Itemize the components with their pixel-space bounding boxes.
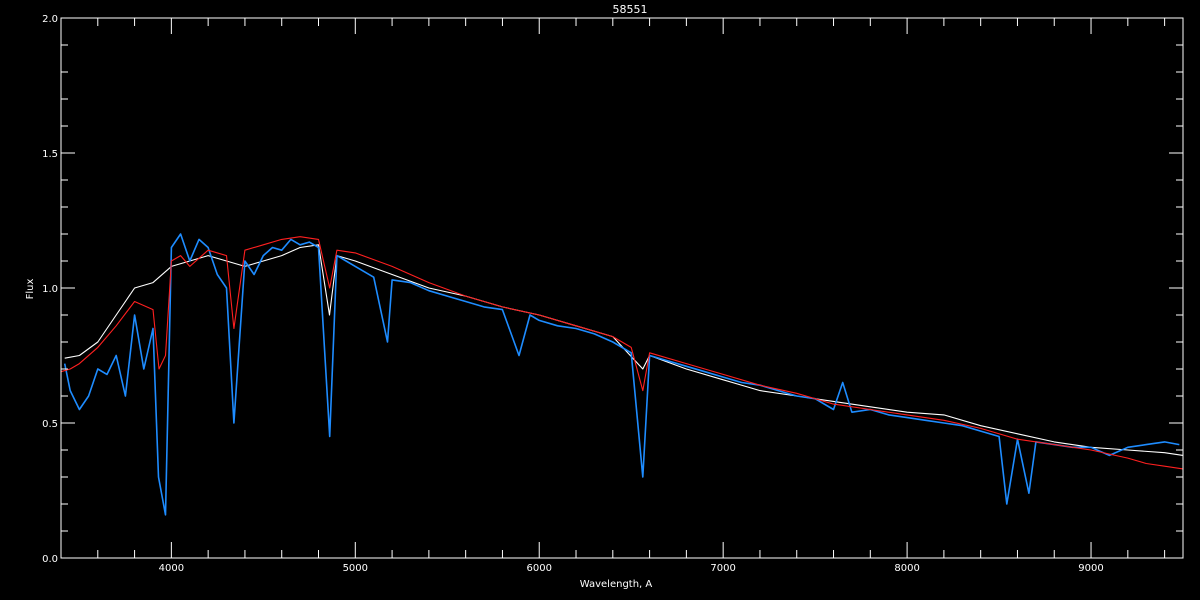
y-axis-title: Flux [25, 279, 36, 300]
spectrum-chart: 58551 4000 5000 6000 7000 8000 9000 0.0 0.5 1.0 1… [0, 0, 1200, 600]
x-tick-label: 5000 [343, 563, 368, 574]
x-tick-label: 8000 [894, 563, 919, 574]
y-tick-label: 0.0 [42, 554, 58, 565]
chart-background [0, 0, 1200, 600]
y-tick-label: 1.5 [42, 149, 58, 160]
x-tick-label: 4000 [159, 563, 184, 574]
y-tick-label: 0.5 [42, 419, 58, 430]
y-tick-label: 1.0 [42, 284, 58, 295]
x-tick-label: 6000 [527, 563, 552, 574]
x-axis-title: Wavelength, A [580, 579, 653, 590]
x-tick-label: 9000 [1078, 563, 1103, 574]
chart-title: 58551 [613, 3, 648, 16]
x-tick-label: 7000 [710, 563, 735, 574]
y-tick-label: 2.0 [42, 14, 58, 25]
